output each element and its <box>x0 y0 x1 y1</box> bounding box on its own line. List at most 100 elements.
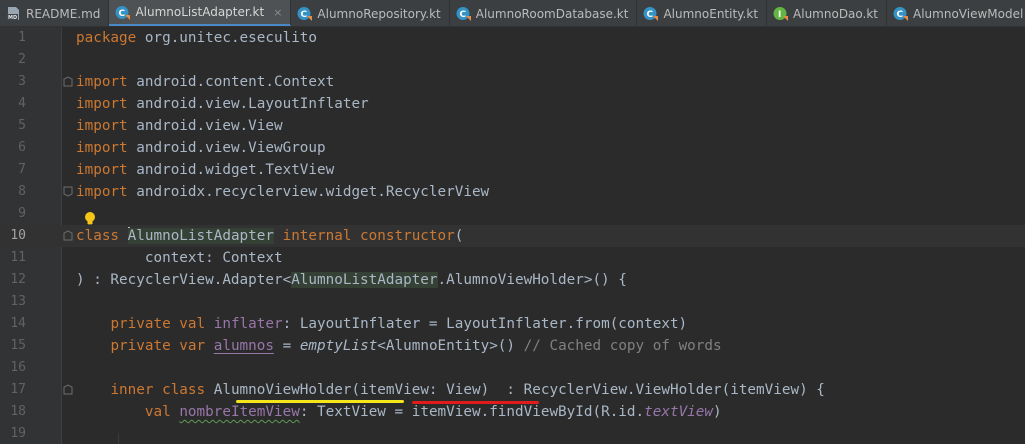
code-line-16[interactable]: 16 <box>0 357 1025 379</box>
tab-alumno-list-adapter[interactable]: C AlumnoListAdapter.kt × <box>109 0 292 26</box>
tab-label: AlumnoRoomDatabase.kt <box>475 6 629 21</box>
code-line-10[interactable]: 10 class AlumnoListAdapter internal cons… <box>0 225 1025 247</box>
line-number: 19 <box>10 426 26 441</box>
line-number: 17 <box>10 382 26 397</box>
code-line-14[interactable]: 14 private val inflater: LayoutInflater … <box>0 313 1025 335</box>
tab-label: AlumnoEntity.kt <box>663 6 759 21</box>
code-line-8[interactable]: 8 import androidx.recyclerview.widget.Re… <box>0 181 1025 203</box>
keyword-import: import <box>76 140 128 156</box>
function-empty-list: emptyList <box>299 338 378 354</box>
code-line-4[interactable]: 4 import android.view.LayoutInflater <box>0 93 1025 115</box>
keyword-import: import <box>76 184 128 200</box>
tab-label: AlumnoRepository.kt <box>317 6 441 21</box>
keyword-private-val: private val <box>110 316 206 332</box>
keyword-import: import <box>76 162 128 178</box>
kotlin-class-icon: C <box>893 7 909 21</box>
line-number: 7 <box>18 162 26 177</box>
keyword-internal-constructor: internal constructor <box>273 228 455 244</box>
import-path: android.widget.TextView <box>127 162 335 178</box>
code-comment: // Cached copy of words <box>523 338 722 354</box>
code-line-11[interactable]: 11 context: Context <box>0 247 1025 269</box>
line-number: 16 <box>10 360 26 375</box>
tab-alumno-view-model[interactable]: C AlumnoViewModel <box>887 0 1025 26</box>
keyword-import: import <box>76 74 128 90</box>
svg-text:I: I <box>778 10 781 20</box>
code-line-1[interactable]: 1 package org.unitec.eseculito <box>0 27 1025 49</box>
keyword-val: val <box>144 404 171 420</box>
line-number: 11 <box>10 250 26 265</box>
import-path: androidx.recyclerview.widget.RecyclerVie… <box>127 184 490 200</box>
svg-text:C: C <box>897 10 904 20</box>
code-line-19[interactable]: 19 <box>0 423 1025 444</box>
tab-readme[interactable]: MD README.md <box>0 0 110 26</box>
editor-tab-bar: MD README.md C AlumnoListAdapter.kt × C … <box>0 0 1025 27</box>
line-number: 15 <box>10 338 26 353</box>
tab-alumno-entity[interactable]: C AlumnoEntity.kt <box>637 0 768 26</box>
line-number: 12 <box>10 272 26 287</box>
constructor-args: (itemView: View) <box>351 382 490 398</box>
indent-guide <box>118 433 119 444</box>
keyword-class: class <box>76 228 120 244</box>
line-number: 8 <box>18 184 26 199</box>
svg-text:MD: MD <box>8 15 17 21</box>
line-number: 18 <box>10 404 26 419</box>
markdown-file-icon: MD <box>7 7 19 21</box>
code-line-2[interactable]: 2 <box>0 49 1025 71</box>
kotlin-class-icon: C <box>643 7 659 21</box>
tab-close-icon[interactable]: × <box>273 6 282 19</box>
kotlin-class-icon: C <box>297 7 313 21</box>
property-nombre-item-view: nombreItemView <box>179 404 300 420</box>
code-line-9[interactable]: 9 <box>0 203 1025 225</box>
fold-start-icon[interactable] <box>63 384 73 395</box>
keyword-inner-class: inner class <box>110 382 206 398</box>
code-line-6[interactable]: 6 import android.view.ViewGroup <box>0 137 1025 159</box>
code-line-17[interactable]: 17 inner class AlumnoViewHolder(itemView… <box>0 379 1025 401</box>
tab-alumno-room-database[interactable]: C AlumnoRoomDatabase.kt <box>450 0 638 26</box>
code-line-13[interactable]: 13 <box>0 291 1025 313</box>
line-number: 10 <box>10 228 26 243</box>
svg-text:C: C <box>647 10 654 20</box>
tab-label: AlumnoDao.kt <box>793 6 879 21</box>
paren: ( <box>454 228 464 244</box>
line-number: 3 <box>18 74 26 89</box>
import-path: android.view.View <box>127 118 283 134</box>
line-number: 4 <box>18 96 26 111</box>
code-editor[interactable]: 1 package org.unitec.eseculito 2 3 impor… <box>0 27 1025 444</box>
tab-alumno-dao[interactable]: I AlumnoDao.kt <box>767 0 888 26</box>
code-line-5[interactable]: 5 import android.view.View <box>0 115 1025 137</box>
svg-text:C: C <box>459 10 466 20</box>
import-path: android.view.LayoutInflater <box>127 96 369 112</box>
property-inflater: inflater <box>213 316 283 332</box>
svg-text:C: C <box>301 10 308 20</box>
package-name: org.unitec.eseculito <box>136 30 318 46</box>
code-line-18[interactable]: 18 val nombreItemView: TextView = itemVi… <box>0 401 1025 423</box>
kotlin-class-icon: C <box>115 5 131 20</box>
tab-alumno-repository[interactable]: C AlumnoRepository.kt <box>291 0 450 26</box>
line-number: 13 <box>10 294 26 309</box>
tab-label: README.md <box>26 6 101 21</box>
line-number: 2 <box>18 52 26 67</box>
class-name-reference: AlumnoListAdapter <box>291 272 438 288</box>
keyword-private-var: private var <box>110 338 206 354</box>
tab-label: AlumnoListAdapter.kt <box>135 5 265 19</box>
import-path: android.view.ViewGroup <box>127 140 326 156</box>
tab-label: AlumnoViewModel <box>913 6 1024 21</box>
class-name: AlumnoListAdapter <box>127 228 274 244</box>
kotlin-class-icon: C <box>456 7 471 21</box>
keyword-import: import <box>76 96 128 112</box>
fold-end-icon[interactable] <box>63 186 73 197</box>
line-number: 5 <box>18 118 26 133</box>
code-line-12[interactable]: 12 ) : RecyclerView.Adapter<AlumnoListAd… <box>0 269 1025 291</box>
import-path: android.content.Context <box>127 74 335 90</box>
fold-start-icon[interactable] <box>63 230 73 241</box>
code-line-15[interactable]: 15 private var alumnos = emptyList<Alumn… <box>0 335 1025 357</box>
inner-class-name: AlumnoViewHolder <box>213 382 352 398</box>
fold-start-icon[interactable] <box>63 76 73 87</box>
code-line-3[interactable]: 3 import android.content.Context <box>0 71 1025 93</box>
line-number: 14 <box>10 316 26 331</box>
kotlin-interface-icon: I <box>773 7 789 21</box>
keyword-package: package <box>76 30 137 46</box>
resource-id-text-view: textView <box>644 404 714 420</box>
code-line-7[interactable]: 7 import android.widget.TextView <box>0 159 1025 181</box>
property-alumnos: alumnos <box>213 338 274 354</box>
